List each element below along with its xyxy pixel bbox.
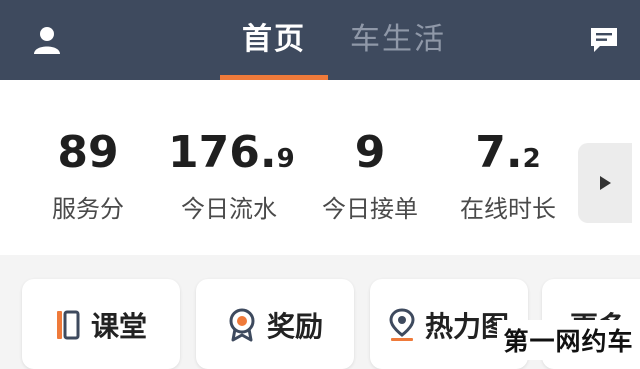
user-profile-icon[interactable]	[27, 20, 67, 60]
stat-today-income[interactable]: 176.9 今日流水	[168, 126, 295, 224]
message-icon[interactable]	[584, 20, 624, 60]
stat-label: 在线时长	[460, 195, 556, 223]
rewards-button[interactable]: 奖励	[196, 279, 354, 369]
stat-value: 7.2	[475, 127, 541, 178]
driver-stats-panel: 89 服务分 176.9 今日流水 9 今日接单 7.2 在线时长	[0, 80, 640, 255]
tab-car-life[interactable]: 车生活	[350, 14, 446, 66]
top-nav-bar: 首页 车生活	[0, 0, 640, 80]
stat-today-orders[interactable]: 9 今日接单	[308, 126, 432, 224]
classroom-label: 课堂	[90, 310, 147, 343]
play-right-icon	[600, 176, 611, 190]
classroom-button[interactable]: 课堂	[22, 279, 180, 369]
stat-value: 9	[354, 127, 386, 178]
location-pin-icon	[389, 308, 415, 341]
book-icon	[56, 310, 80, 340]
watermark-text: 第一网约车	[503, 327, 634, 356]
stats-more-button[interactable]	[578, 143, 632, 223]
stat-label: 今日流水	[181, 195, 277, 223]
stat-service-score[interactable]: 89 服务分	[38, 126, 138, 224]
stat-online-hours[interactable]: 7.2 在线时长	[446, 126, 570, 224]
stat-value: 176.9	[168, 127, 295, 178]
stat-label: 服务分	[52, 195, 124, 223]
medal-icon	[229, 308, 255, 342]
watermark: 第一网约车	[497, 320, 640, 360]
tab-home[interactable]: 首页	[242, 14, 306, 66]
stat-label: 今日接单	[322, 195, 418, 223]
stat-value: 89	[57, 127, 119, 178]
rewards-label: 奖励	[266, 310, 323, 343]
